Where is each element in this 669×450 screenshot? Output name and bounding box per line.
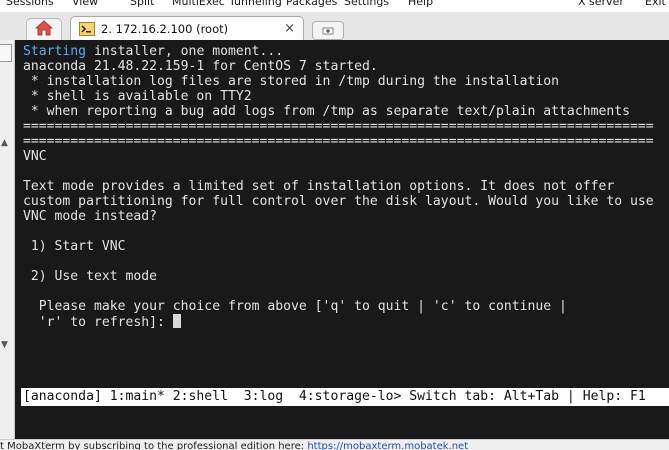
menu-split[interactable]: Split — [130, 0, 154, 8]
prompt-text: 'r' to refresh]: — [23, 315, 173, 330]
menu-view[interactable]: View — [72, 0, 98, 8]
tmux-status-bar: [anaconda] 1:main* 2:shell 3:log 4:stora… — [21, 388, 669, 406]
terminal-view[interactable]: Starting installer, one moment... anacon… — [15, 40, 669, 439]
close-icon[interactable]: × — [284, 21, 295, 36]
terminal-line: Starting installer, one moment... — [23, 44, 283, 59]
line-text: installer, one moment... — [86, 44, 284, 59]
prompt-line: 'r' to refresh]: — [23, 314, 181, 330]
scroll-up-icon[interactable]: ▲ — [1, 138, 8, 148]
promo-link[interactable]: https://mobaxterm.mobatek.net — [307, 441, 468, 450]
tab-session-2[interactable]: 2. 172.16.2.100 (root) × — [70, 16, 304, 41]
menu-settings[interactable]: Settings — [344, 0, 389, 8]
terminal-line: * installation log files are stored in /… — [23, 74, 560, 89]
sidebar-edge: ▲ ▼ — [0, 40, 15, 439]
menu-exit[interactable]: Exit — [645, 0, 666, 8]
promo-message: t MobaXterm by subscribing to the profes… — [0, 441, 468, 450]
terminal-icon — [79, 22, 95, 36]
separator-line: ========================================… — [23, 119, 654, 134]
bottom-status-bar: t MobaXterm by subscribing to the profes… — [0, 439, 669, 450]
tab-strip: 2. 172.16.2.100 (root) × — [0, 12, 669, 41]
text-cursor — [172, 314, 181, 328]
menu-packages[interactable]: Packages — [286, 0, 337, 8]
menu-tunneling[interactable]: Tunneling — [229, 0, 282, 8]
plus-icon — [321, 21, 335, 40]
section-title: VNC — [23, 149, 47, 164]
terminal-line: * when reporting a bug add logs from /tm… — [23, 104, 630, 119]
sidebar-toggle[interactable] — [0, 44, 12, 62]
chevron-down-icon[interactable]: ▼ — [1, 340, 8, 350]
option-start-vnc: 1) Start VNC — [23, 239, 126, 254]
new-tab-button[interactable] — [312, 21, 344, 40]
terminal-line: custom partitioning for full control ove… — [23, 194, 654, 209]
menu-bar: Sessions View Split MultiExec Tunneling … — [0, 0, 669, 12]
terminal-line: Text mode provides a limited set of inst… — [23, 179, 615, 194]
promo-text: t MobaXterm by subscribing to the profes… — [0, 441, 308, 450]
home-icon — [34, 20, 54, 40]
tab-title: 2. 172.16.2.100 (root) — [101, 22, 229, 36]
highlight-text: Starting — [23, 44, 87, 59]
option-text-mode: 2) Use text mode — [23, 269, 158, 284]
home-tab[interactable] — [26, 18, 62, 41]
menu-x-server[interactable]: X server — [578, 0, 624, 8]
terminal-line: VNC mode instead? — [23, 209, 158, 224]
mobaxterm-window: Sessions View Split MultiExec Tunneling … — [0, 0, 669, 450]
menu-sessions[interactable]: Sessions — [6, 0, 54, 8]
terminal-line: anaconda 21.48.22.159-1 for CentOS 7 sta… — [23, 59, 378, 74]
menu-help[interactable]: Help — [408, 0, 433, 8]
terminal-line: * shell is available on TTY2 — [23, 89, 252, 104]
menu-multiexec[interactable]: MultiExec — [172, 0, 225, 8]
separator-line: ========================================… — [23, 134, 654, 149]
prompt-line: Please make your choice from above ['q' … — [23, 299, 567, 314]
status-bar-text: [anaconda] 1:main* 2:shell 3:log 4:stora… — [23, 389, 646, 404]
